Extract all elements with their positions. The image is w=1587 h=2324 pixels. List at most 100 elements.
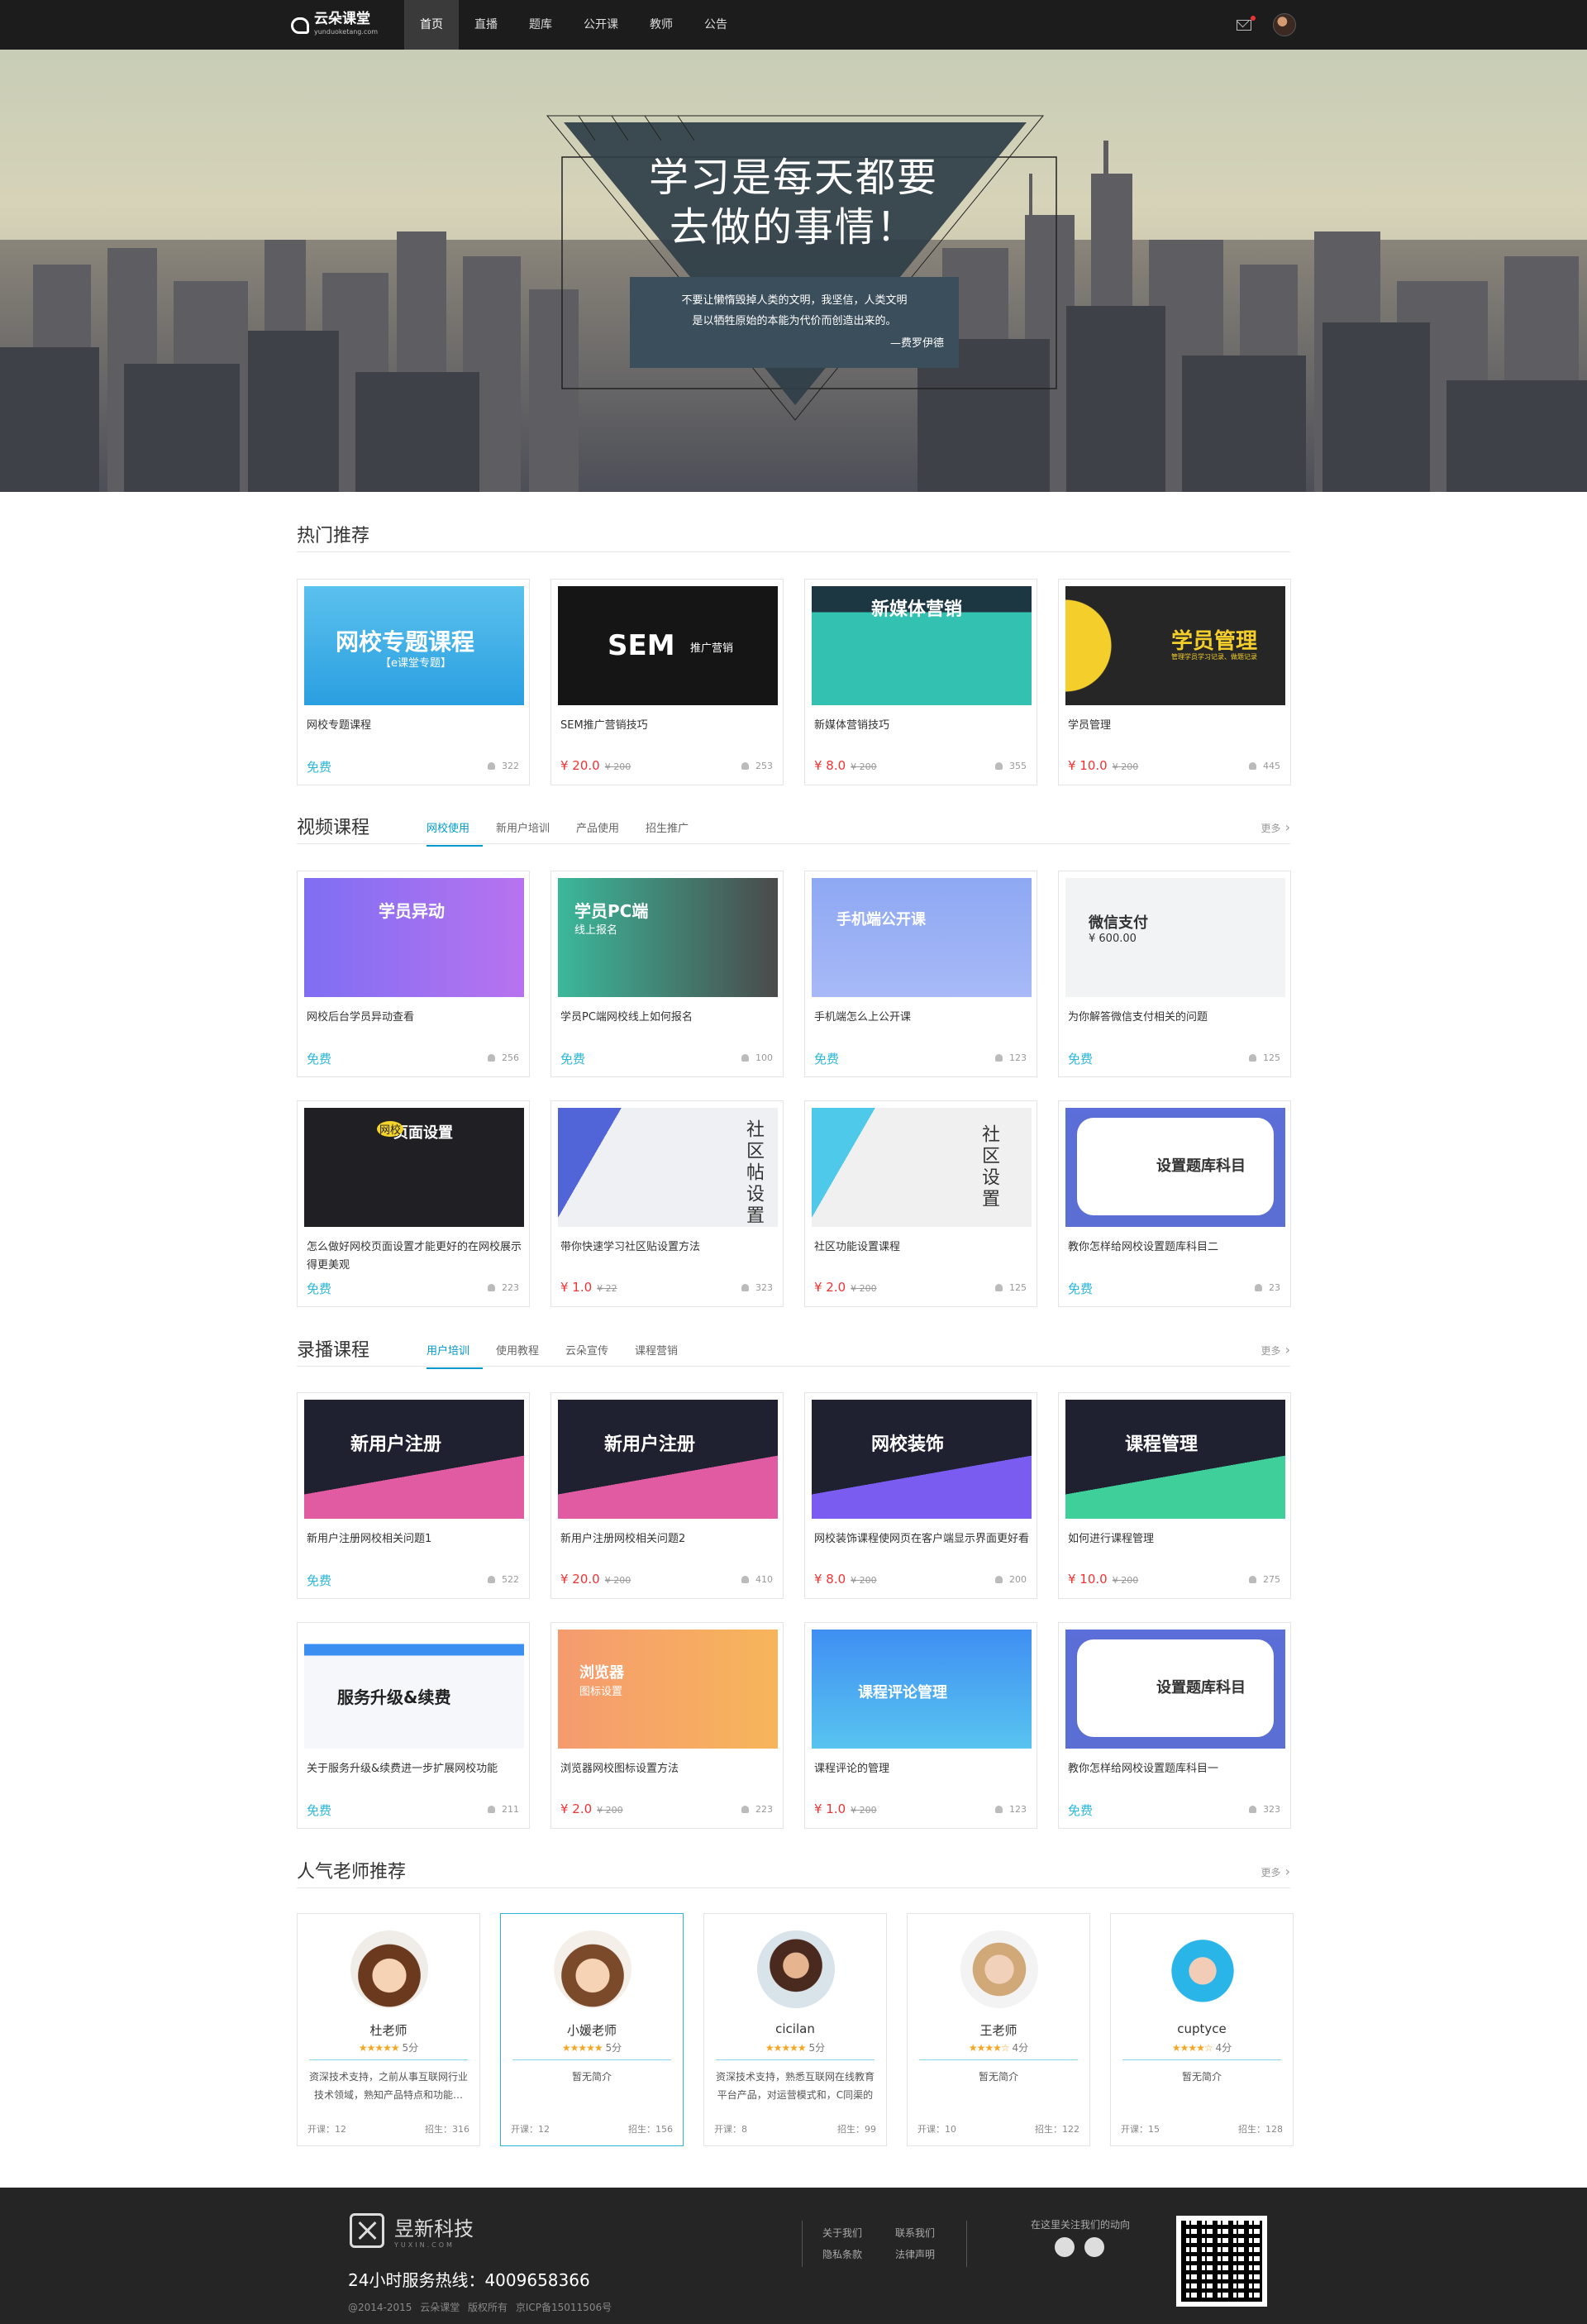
tab-enrollment-promotion[interactable]: 招生推广 — [632, 819, 702, 847]
course-card[interactable]: 社区设置 社区功能设置课程 ¥ 2.0 ¥ 200 125 — [804, 1100, 1037, 1307]
course-title[interactable]: 社区功能设置课程 — [814, 1238, 1031, 1257]
course-card[interactable]: 学员异动 网校后台学员异动查看 免费 256 — [297, 871, 530, 1077]
course-thumbnail[interactable]: 页面设置 网校 — [304, 1108, 524, 1227]
teacher-card[interactable]: cuptyce ★★★★☆ 4分 暂无简介 开课：15 招生：128 — [1110, 1913, 1294, 2146]
link-privacy[interactable]: 隐私条款 — [822, 2247, 862, 2261]
course-card[interactable]: 新媒体营销 新媒体营销技巧 ¥ 8.0 ¥ 200 355 — [804, 579, 1037, 785]
course-thumbnail[interactable]: 课程评论管理 — [812, 1630, 1032, 1749]
course-thumbnail[interactable]: 网校装饰 — [812, 1400, 1032, 1519]
course-thumbnail[interactable]: 新媒体营销 — [812, 586, 1032, 705]
course-thumbnail[interactable]: 浏览器 图标设置 — [558, 1630, 778, 1749]
course-thumbnail[interactable]: 学员异动 — [304, 878, 524, 997]
course-title[interactable]: 课程评论的管理 — [814, 1760, 1031, 1778]
mail-icon[interactable] — [1237, 15, 1256, 31]
course-card[interactable]: 学员PC端 线上报名 学员PC端网校线上如何报名 免费 100 — [550, 871, 784, 1077]
teacher-avatar[interactable] — [1164, 1930, 1241, 2008]
teacher-name[interactable]: 王老师 — [908, 2021, 1089, 2039]
course-card[interactable]: 课程管理 如何进行课程管理 ¥ 10.0 ¥ 200 275 — [1058, 1392, 1291, 1599]
course-title[interactable]: 教你怎样给网校设置题库科目一 — [1068, 1760, 1284, 1778]
course-thumbnail[interactable]: 新用户注册 — [558, 1400, 778, 1519]
tab-tutorial[interactable]: 使用教程 — [483, 1342, 552, 1369]
course-title[interactable]: 为你解答微信支付相关的问题 — [1068, 1009, 1284, 1027]
course-thumbnail[interactable]: 设置题库科目 — [1065, 1630, 1285, 1749]
course-title[interactable]: 新用户注册网校相关问题1 — [307, 1530, 523, 1549]
course-card[interactable]: 微信支付 ¥ 600.00 为你解答微信支付相关的问题 免费 125 — [1058, 871, 1291, 1077]
tab-new-user-training[interactable]: 新用户培训 — [483, 819, 563, 847]
course-title[interactable]: 教你怎样给网校设置题库科目二 — [1068, 1238, 1284, 1257]
teacher-avatar[interactable] — [554, 1930, 631, 2008]
course-title[interactable]: 如何进行课程管理 — [1068, 1530, 1284, 1549]
course-thumbnail[interactable]: 服务升级&续费 — [304, 1630, 524, 1749]
logo[interactable]: 云朵课堂 yunduoketang.com — [291, 10, 378, 41]
weibo-icon[interactable] — [1084, 2237, 1104, 2257]
course-card[interactable]: 社区帖设置 带你快速学习社区贴设置方法 ¥ 1.0 ¥ 22 323 — [550, 1100, 784, 1307]
teacher-avatar[interactable] — [350, 1930, 428, 2008]
user-avatar[interactable] — [1273, 13, 1296, 36]
tab-yunduo-promo[interactable]: 云朵宣传 — [552, 1342, 622, 1369]
course-card[interactable]: 新用户注册 新用户注册网校相关问题1 免费 522 — [297, 1392, 530, 1599]
course-title[interactable]: 手机端怎么上公开课 — [814, 1009, 1031, 1027]
tab-course-marketing[interactable]: 课程营销 — [622, 1342, 691, 1369]
link-about[interactable]: 关于我们 — [822, 2226, 862, 2240]
course-card[interactable]: 页面设置 网校 怎么做好网校页面设置才能更好的在网校展示得更美观 免费 223 — [297, 1100, 530, 1307]
course-thumbnail[interactable]: SEM 推广营销 — [558, 586, 778, 705]
course-card[interactable]: 网校专题课程 【e课堂专题】 网校专题课程 免费 322 — [297, 579, 530, 785]
course-thumbnail[interactable]: 设置题库科目 — [1065, 1108, 1285, 1227]
teacher-name[interactable]: 小媛老师 — [501, 2021, 683, 2039]
menu-home[interactable]: 首页 — [404, 0, 459, 50]
teacher-avatar[interactable] — [960, 1930, 1038, 2008]
teacher-name[interactable]: cuptyce — [1111, 2021, 1293, 2036]
course-thumbnail[interactable]: 社区设置 — [812, 1108, 1032, 1227]
teacher-name[interactable]: 杜老师 — [298, 2021, 479, 2039]
teacher-card[interactable]: 杜老师 ★★★★★ 5分 资深技术支持，之前从事互联网行业技术领域，熟知产品特点和功… — [297, 1913, 480, 2146]
course-card[interactable]: 学员管理 管理学员学习记录、做题记录 学员管理 ¥ 10.0 ¥ 200 445 — [1058, 579, 1291, 785]
tab-school-usage[interactable]: 网校使用 — [427, 819, 484, 847]
course-card[interactable]: 浏览器 图标设置 浏览器网校图标设置方法 ¥ 2.0 ¥ 200 223 — [550, 1622, 784, 1829]
teacher-card[interactable]: cicilan ★★★★★ 5分 资深技术支持，熟悉互联网在线教育平台产品，对运营模… — [703, 1913, 887, 2146]
course-card[interactable]: 服务升级&续费 关于服务升级&续费进一步扩展网校功能 免费 211 — [297, 1622, 530, 1829]
link-legal[interactable]: 法律声明 — [895, 2247, 935, 2261]
course-title[interactable]: SEM推广营销技巧 — [560, 717, 777, 735]
teacher-avatar[interactable] — [757, 1930, 835, 2008]
course-thumbnail[interactable]: 网校专题课程 【e课堂专题】 — [304, 586, 524, 705]
menu-question-bank[interactable]: 题库 — [513, 0, 568, 50]
tab-product-usage[interactable]: 产品使用 — [563, 819, 632, 847]
course-thumbnail[interactable]: 社区帖设置 — [558, 1108, 778, 1227]
course-thumbnail[interactable]: 手机端公开课 — [812, 878, 1032, 997]
menu-live[interactable]: 直播 — [459, 0, 513, 50]
course-title[interactable]: 新媒体营销技巧 — [814, 717, 1031, 735]
qq-icon[interactable] — [1055, 2237, 1075, 2257]
course-card[interactable]: SEM 推广营销 SEM推广营销技巧 ¥ 20.0 ¥ 200 253 — [550, 579, 784, 785]
course-title[interactable]: 网校装饰课程使网页在客户端显示界面更好看 — [814, 1530, 1031, 1549]
course-title[interactable]: 带你快速学习社区贴设置方法 — [560, 1238, 777, 1257]
course-title[interactable]: 网校后台学员异动查看 — [307, 1009, 523, 1027]
menu-open-class[interactable]: 公开课 — [568, 0, 634, 50]
course-thumbnail[interactable]: 课程管理 — [1065, 1400, 1285, 1519]
course-thumbnail[interactable]: 新用户注册 — [304, 1400, 524, 1519]
link-contact[interactable]: 联系我们 — [895, 2226, 935, 2240]
course-thumbnail[interactable]: 学员管理 管理学员学习记录、做题记录 — [1065, 586, 1285, 705]
more-link[interactable]: 更多 — [1261, 819, 1291, 835]
course-title[interactable]: 新用户注册网校相关问题2 — [560, 1530, 777, 1549]
course-card[interactable]: 网校装饰 网校装饰课程使网页在客户端显示界面更好看 ¥ 8.0 ¥ 200 200 — [804, 1392, 1037, 1599]
course-title[interactable]: 怎么做好网校页面设置才能更好的在网校展示得更美观 — [307, 1238, 523, 1275]
more-link[interactable]: 更多 — [1261, 1863, 1291, 1879]
course-title[interactable]: 关于服务升级&续费进一步扩展网校功能 — [307, 1760, 523, 1778]
course-card[interactable]: 设置题库科目 教你怎样给网校设置题库科目一 免费 323 — [1058, 1622, 1291, 1829]
course-thumbnail[interactable]: 微信支付 ¥ 600.00 — [1065, 878, 1285, 997]
course-card[interactable]: 设置题库科目 教你怎样给网校设置题库科目二 免费 23 — [1058, 1100, 1291, 1307]
course-title[interactable]: 学员PC端网校线上如何报名 — [560, 1009, 777, 1027]
teacher-name[interactable]: cicilan — [704, 2021, 886, 2036]
course-title[interactable]: 浏览器网校图标设置方法 — [560, 1760, 777, 1778]
menu-announcement[interactable]: 公告 — [689, 0, 743, 50]
more-link[interactable]: 更多 — [1261, 1342, 1291, 1358]
course-card[interactable]: 新用户注册 新用户注册网校相关问题2 ¥ 20.0 ¥ 200 410 — [550, 1392, 784, 1599]
course-card[interactable]: 课程评论管理 课程评论的管理 ¥ 1.0 ¥ 200 123 — [804, 1622, 1037, 1829]
teacher-card[interactable]: 王老师 ★★★★☆ 4分 暂无简介 开课：10 招生：122 — [907, 1913, 1090, 2146]
course-title[interactable]: 学员管理 — [1068, 717, 1284, 735]
menu-teachers[interactable]: 教师 — [634, 0, 689, 50]
course-card[interactable]: 手机端公开课 手机端怎么上公开课 免费 123 — [804, 871, 1037, 1077]
tab-user-training[interactable]: 用户培训 — [427, 1342, 484, 1369]
course-title[interactable]: 网校专题课程 — [307, 717, 523, 735]
teacher-card[interactable]: 小媛老师 ★★★★★ 5分 暂无简介 开课：12 招生：156 — [500, 1913, 684, 2146]
